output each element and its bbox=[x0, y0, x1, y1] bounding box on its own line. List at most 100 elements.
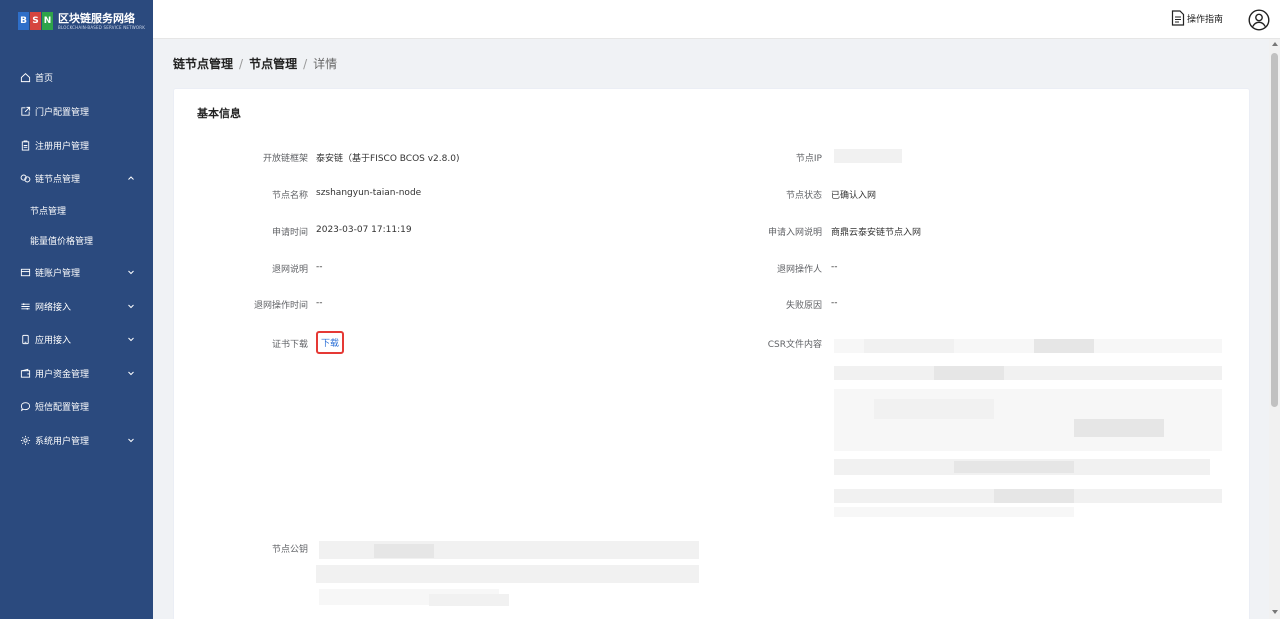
document-icon bbox=[1171, 10, 1185, 26]
sidebar-item-network-access[interactable]: 网络接入 bbox=[0, 289, 153, 323]
sidebar-item-label: 链账户管理 bbox=[35, 268, 81, 279]
fail-reason-value: -- bbox=[831, 298, 838, 308]
node-status-label: 节点状态 bbox=[785, 191, 822, 201]
chevron-down-icon bbox=[128, 438, 134, 443]
chevron-up-icon bbox=[128, 176, 134, 180]
redacted-block bbox=[1074, 419, 1164, 437]
chevron-down-icon bbox=[128, 270, 134, 275]
framework-label: 开放链框架 bbox=[262, 154, 308, 164]
logo-tile-b: B bbox=[18, 12, 29, 30]
card-title: 基本信息 bbox=[197, 107, 241, 120]
phone-icon bbox=[22, 334, 29, 344]
chevron-down-icon bbox=[128, 337, 134, 342]
cert-download-button[interactable]: 下载 bbox=[316, 331, 344, 354]
sidebar-item-home[interactable]: 首页 bbox=[0, 60, 153, 94]
sidebar-item-label: 短信配置管理 bbox=[35, 402, 90, 413]
scroll-up-icon[interactable] bbox=[1272, 42, 1278, 46]
sidebar-item-app-access[interactable]: 应用接入 bbox=[0, 322, 153, 356]
sidebar-item-label: 能量值价格管理 bbox=[30, 236, 94, 247]
node-ip-redacted bbox=[834, 149, 902, 163]
apply-time-label: 申请时间 bbox=[271, 228, 308, 238]
sidebar-item-registered-users[interactable]: 注册用户管理 bbox=[0, 128, 153, 162]
redacted-line bbox=[834, 366, 1222, 380]
top-bar: 操作指南 bbox=[153, 0, 1280, 39]
breadcrumb-separator: / bbox=[303, 56, 308, 71]
exit-time-label: 退网操作时间 bbox=[253, 301, 308, 311]
exit-operator-label: 退网操作人 bbox=[776, 265, 822, 275]
exit-desc-value: -- bbox=[316, 262, 323, 272]
exit-desc-label: 退网说明 bbox=[271, 265, 308, 275]
node-ip-label: 节点IP bbox=[795, 154, 822, 164]
sidebar-item-label: 网络接入 bbox=[35, 302, 72, 313]
redacted-line bbox=[954, 461, 1074, 473]
apply-desc-label: 申请入网说明 bbox=[767, 228, 822, 238]
redacted-line bbox=[994, 489, 1074, 503]
message-icon bbox=[20, 401, 31, 411]
sidebar-item-label: 首页 bbox=[35, 73, 54, 84]
node-pubkey-label: 节点公钥 bbox=[271, 545, 308, 555]
sidebar-item-node-management[interactable]: 节点管理 bbox=[0, 195, 153, 225]
sidebar-item-label: 用户资金管理 bbox=[35, 369, 90, 380]
sidebar-item-label: 门户配置管理 bbox=[35, 107, 90, 118]
sidebar-item-sms-config[interactable]: 短信配置管理 bbox=[0, 389, 153, 423]
sidebar-item-label: 链节点管理 bbox=[35, 174, 81, 185]
redacted-block bbox=[874, 399, 994, 419]
sidebar-item-label: 系统用户管理 bbox=[35, 436, 90, 447]
sidebar-item-label: 应用接入 bbox=[35, 335, 72, 346]
breadcrumb-separator: / bbox=[239, 56, 244, 71]
breadcrumb-node-management[interactable]: 节点管理 bbox=[249, 55, 297, 72]
sidebar-item-label: 注册用户管理 bbox=[35, 141, 90, 152]
framework-value: 泰安链（基于FISCO BCOS v2.8.0) bbox=[316, 154, 460, 164]
cert-download-label: 证书下载 bbox=[271, 340, 308, 350]
sidebar-item-energy-price[interactable]: 能量值价格管理 bbox=[0, 225, 153, 255]
chevron-down-icon bbox=[128, 304, 134, 309]
brand-title: 区块链服务网络 bbox=[58, 12, 135, 25]
sliders-icon bbox=[21, 302, 30, 310]
sidebar-item-portal-config[interactable]: 门户配置管理 bbox=[0, 94, 153, 128]
gear-icon bbox=[20, 435, 31, 445]
node-name-label: 节点名称 bbox=[271, 191, 308, 201]
brand-subtitle: BLOCKCHAIN-BASED SERVICE NETWORK bbox=[58, 25, 146, 30]
page-scrollbar[interactable] bbox=[1269, 39, 1280, 619]
breadcrumb-chain-nodes[interactable]: 链节点管理 bbox=[173, 55, 233, 72]
clipboard-icon bbox=[21, 139, 30, 151]
redacted-line bbox=[429, 594, 509, 606]
card-icon bbox=[20, 268, 31, 276]
logo-tiles: B S N bbox=[18, 12, 53, 30]
sidebar-item-label: 节点管理 bbox=[30, 206, 67, 217]
logo-tile-n: N bbox=[42, 12, 53, 30]
sidebar-item-chain-accounts[interactable]: 链账户管理 bbox=[0, 255, 153, 289]
brand-logo[interactable]: B S N 区块链服务网络 BLOCKCHAIN-BASED SERVICE N… bbox=[18, 10, 148, 36]
redacted-line bbox=[316, 565, 699, 583]
sidebar-item-user-funds[interactable]: 用户资金管理 bbox=[0, 356, 153, 390]
external-link-icon bbox=[21, 106, 31, 116]
redacted-line bbox=[834, 507, 1074, 517]
sidebar: B S N 区块链服务网络 BLOCKCHAIN-BASED SERVICE N… bbox=[0, 0, 153, 619]
scroll-down-icon[interactable] bbox=[1272, 610, 1278, 614]
chevron-down-icon bbox=[128, 371, 134, 376]
exit-operator-value: -- bbox=[831, 262, 838, 272]
sidebar-item-chain-nodes[interactable]: 链节点管理 bbox=[0, 161, 153, 195]
node-name-value: szshangyun-taian-node bbox=[316, 188, 422, 198]
home-icon bbox=[20, 72, 31, 82]
exit-time-value: -- bbox=[316, 298, 323, 308]
basic-info-card: 基本信息 开放链框架 泰安链（基于FISCO BCOS v2.8.0) 节点名称… bbox=[173, 88, 1250, 619]
sidebar-item-system-users[interactable]: 系统用户管理 bbox=[0, 423, 153, 457]
nodes-icon bbox=[20, 174, 31, 182]
apply-desc-value: 商鼎云泰安链节点入网 bbox=[831, 228, 922, 238]
redacted-line bbox=[864, 339, 954, 353]
operation-guide-label: 操作指南 bbox=[1187, 14, 1224, 25]
csr-content-label: CSR文件内容 bbox=[767, 340, 822, 350]
redacted-line bbox=[1034, 339, 1094, 353]
operation-guide-link[interactable]: 操作指南 bbox=[1171, 10, 1223, 26]
redacted-line bbox=[374, 544, 434, 558]
apply-time-value: 2023-03-07 17:11:19 bbox=[316, 225, 412, 235]
user-avatar-icon[interactable] bbox=[1248, 9, 1270, 31]
wallet-icon bbox=[20, 368, 31, 378]
breadcrumb-current: 详情 bbox=[313, 57, 338, 71]
scrollbar-thumb[interactable] bbox=[1271, 53, 1278, 407]
logo-tile-s: S bbox=[30, 12, 41, 30]
node-status-value: 已确认入网 bbox=[831, 191, 877, 201]
fail-reason-label: 失败原因 bbox=[785, 301, 822, 311]
breadcrumb: 链节点管理 / 节点管理 / 详情 bbox=[173, 55, 337, 72]
